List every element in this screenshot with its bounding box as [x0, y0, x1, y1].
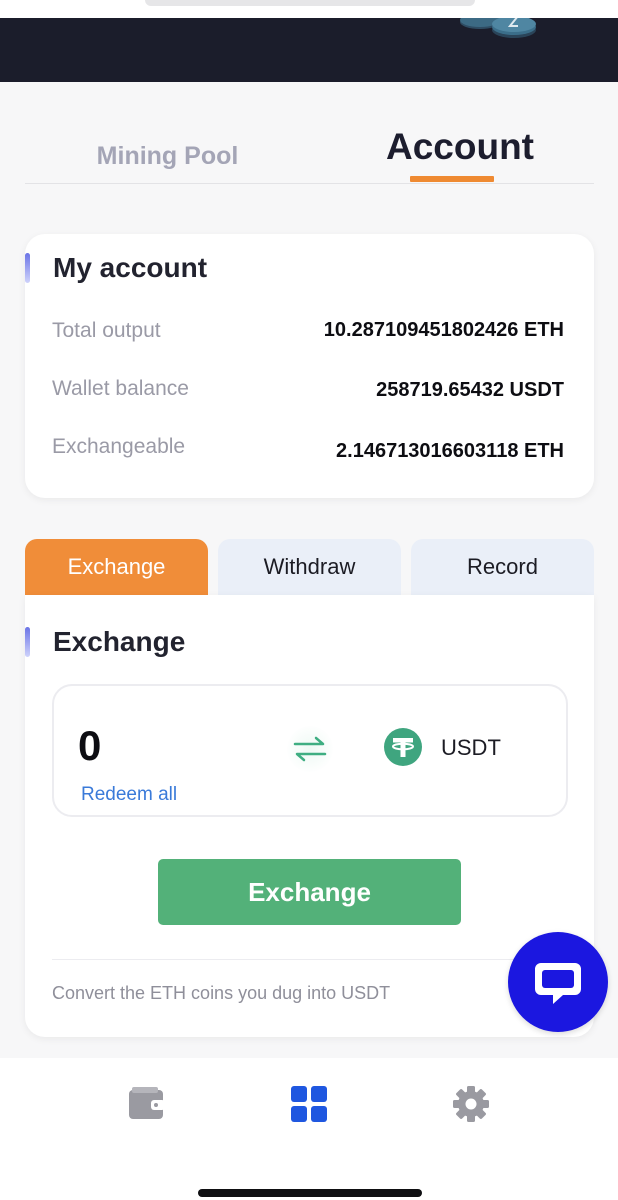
chat-button[interactable] [508, 932, 608, 1032]
my-account-card: My account Total output 10.2871094518024… [25, 234, 594, 498]
total-output-label: Total output [52, 319, 161, 342]
tab-record[interactable]: Record [411, 539, 594, 595]
divider [52, 959, 568, 960]
tether-icon [384, 728, 422, 766]
exchange-hint: Convert the ETH coins you dug into USDT [52, 983, 391, 1003]
exchangeable-value: 2.146713016603118 ETH [336, 440, 564, 462]
nav-settings[interactable] [451, 1084, 491, 1124]
exchangeable-label: Exchangeable [52, 435, 186, 458]
address-bar-remnant [145, 0, 475, 6]
home-indicator [198, 1189, 422, 1197]
wallet-icon [129, 1087, 165, 1119]
redeem-all-link[interactable]: Redeem all [81, 784, 177, 806]
tab-exchange[interactable]: Exchange [25, 539, 208, 595]
top-tabs: Mining Pool Account [25, 110, 594, 184]
tab-account[interactable]: Account [355, 110, 565, 184]
nav-dashboard[interactable] [289, 1084, 329, 1124]
target-currency-label: USDT [441, 735, 501, 760]
chat-bubble-icon [535, 963, 581, 1004]
grid-icon [291, 1086, 327, 1122]
active-tab-indicator [410, 176, 494, 182]
my-account-title: My account [53, 252, 208, 283]
nav-wallet[interactable] [127, 1084, 167, 1124]
coins-icon [460, 18, 536, 38]
status-bar [0, 0, 618, 20]
section-accent-bar [25, 253, 30, 283]
exchange-title: Exchange [53, 626, 186, 657]
header-banner [0, 18, 618, 82]
total-output-value: 10.287109451802426 ETH [323, 319, 564, 341]
wallet-balance-value: 258719.65432 USDT [376, 379, 564, 401]
gear-icon [453, 1086, 489, 1122]
exchange-input-box: 0 Redeem all USDT [52, 684, 568, 817]
bottom-nav [0, 1058, 618, 1200]
wallet-balance-label: Wallet balance [52, 377, 189, 400]
swap-arrows-icon[interactable] [287, 726, 333, 772]
tab-mining-pool[interactable]: Mining Pool [65, 110, 270, 184]
exchange-tabs: Exchange Withdraw Record [25, 539, 594, 595]
tab-withdraw[interactable]: Withdraw [218, 539, 401, 595]
exchange-amount-input[interactable]: 0 [78, 722, 101, 770]
section-accent-bar [25, 627, 30, 657]
exchange-button[interactable]: Exchange [158, 859, 461, 925]
